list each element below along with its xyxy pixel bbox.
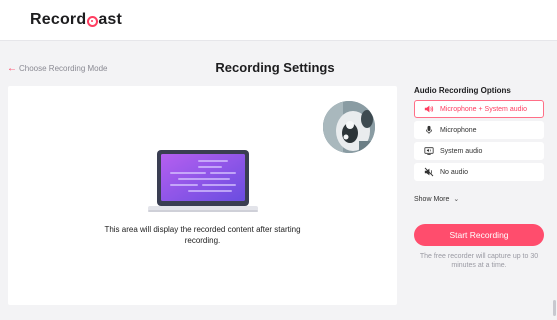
chevron-down-icon: ⌄	[453, 196, 460, 203]
audio-options-title: Audio Recording Options	[414, 86, 511, 95]
page-title: Recording Settings	[215, 60, 335, 75]
start-recording-button[interactable]: Start Recording	[414, 224, 544, 246]
microphone-icon	[421, 122, 437, 138]
audio-option-label: System audio	[440, 147, 483, 155]
audio-option-label: No audio	[440, 168, 469, 176]
webcam-image	[323, 101, 375, 153]
preview-placeholder-text: This area will display the recorded cont…	[104, 225, 301, 245]
speaker-icon	[421, 101, 437, 117]
monitor-audio-icon	[421, 143, 437, 159]
audio-option-system-audio[interactable]: System audio	[414, 142, 544, 160]
audio-option-microphone[interactable]: Microphone	[414, 121, 544, 139]
show-more-button[interactable]: Show More ⌄	[414, 195, 460, 204]
mute-icon	[421, 164, 437, 180]
webcam-preview[interactable]	[323, 101, 375, 153]
logo-text-end: ast	[98, 11, 123, 28]
logo-record-icon	[86, 15, 98, 27]
audio-option-label: Microphone + System audio	[440, 105, 527, 113]
recording-limit-note: The free recorder will capture up to 30 …	[419, 253, 539, 269]
scrollbar-track[interactable]	[552, 41, 557, 320]
logo-text-start: Record	[30, 11, 87, 28]
audio-option-label: Microphone	[440, 126, 477, 134]
audio-option-microphone-system[interactable]: Microphone + System audio	[414, 100, 544, 118]
scrollbar-thumb[interactable]	[553, 300, 556, 316]
laptop-illustration	[148, 150, 258, 214]
top-bar: Record ast	[0, 0, 557, 41]
app-logo[interactable]: Record ast	[30, 11, 122, 29]
audio-option-no-audio[interactable]: No audio	[414, 163, 544, 181]
show-more-label: Show More	[414, 195, 450, 203]
